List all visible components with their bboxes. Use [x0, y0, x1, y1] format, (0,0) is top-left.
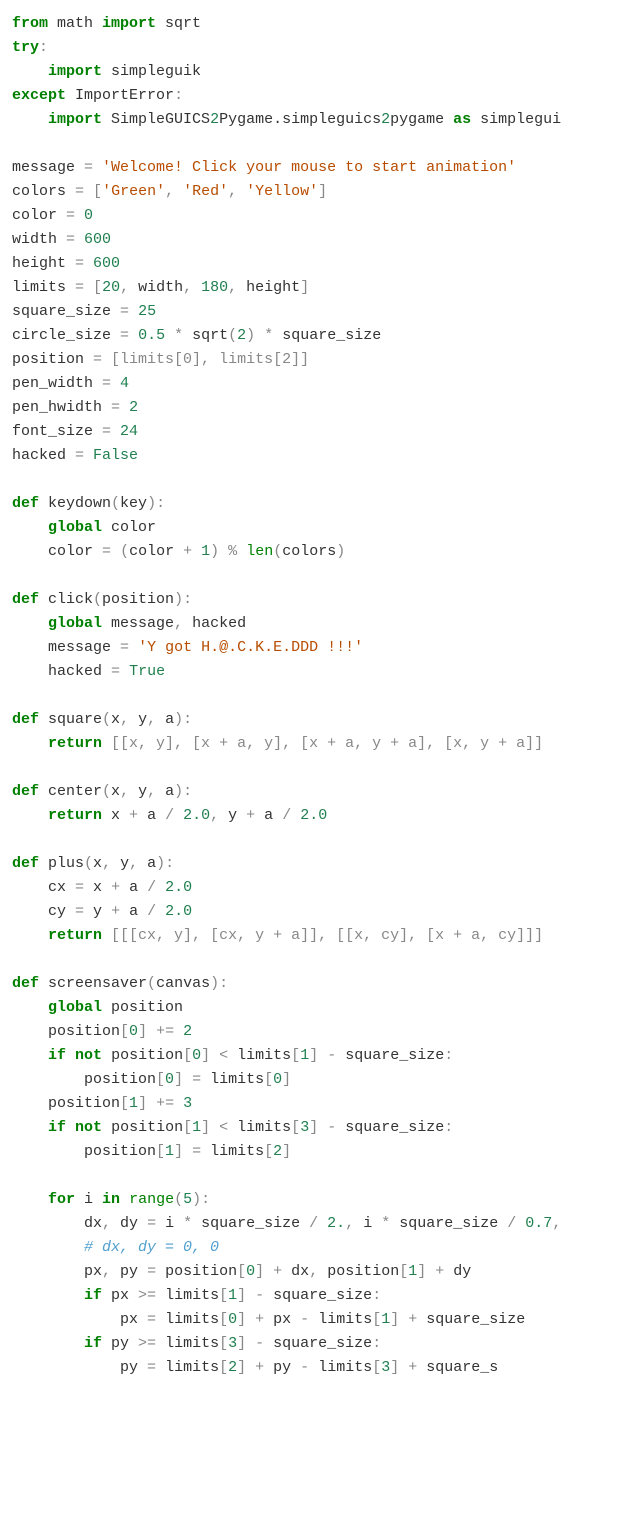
code-block: from math import sqrt try: import simple… [12, 12, 626, 1380]
